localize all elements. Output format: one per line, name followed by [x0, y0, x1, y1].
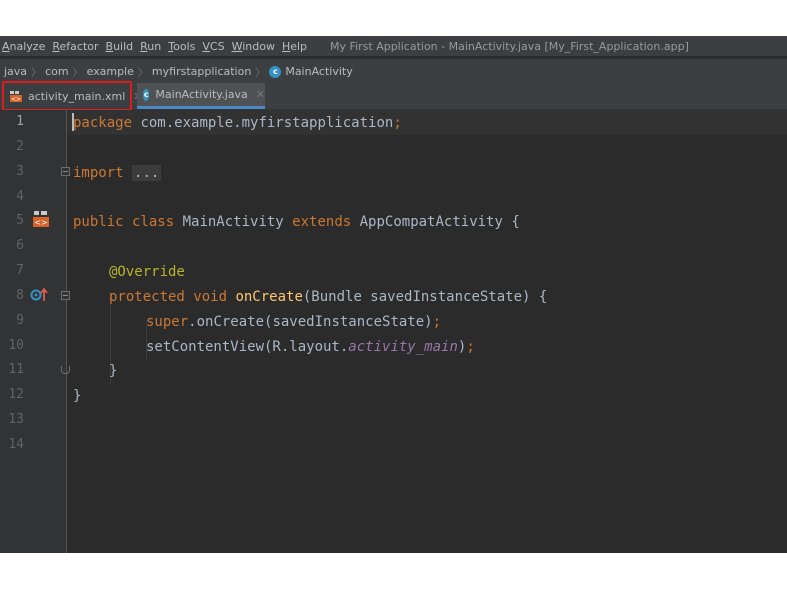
code-line-1: package com.example.myfirstapplication; — [73, 114, 402, 132]
close-icon[interactable]: ✕ — [256, 88, 265, 101]
line-number: 12 — [8, 387, 24, 402]
breadcrumb-mainactivity[interactable]: c MainActivity — [265, 65, 356, 78]
menu-window[interactable]: Window — [230, 40, 280, 53]
line-number: 2 — [16, 139, 24, 154]
menu-mnemonic: A — [2, 39, 10, 53]
layout-field: activity_main — [348, 339, 458, 355]
chevron-right-icon: 〉 — [31, 67, 42, 79]
menu-mnemonic: R — [52, 39, 60, 53]
code-line-10: protected void onCreate(Bundle savedInst… — [109, 288, 547, 306]
menu-tools[interactable]: Tools — [166, 40, 200, 53]
line-number: 6 — [16, 238, 24, 253]
keyword: super — [146, 314, 189, 330]
fold-toggle-icon[interactable] — [61, 291, 70, 300]
closing-brace: } — [73, 388, 82, 404]
layout-file-icon[interactable]: <> — [32, 210, 50, 228]
line-number: 1 — [16, 114, 24, 129]
package-name: com.example.myfirstapplication — [132, 115, 394, 131]
method-call: setContentView(R.layout. — [146, 339, 349, 355]
line-number: 11 — [8, 362, 24, 377]
line-number: 3 — [16, 164, 24, 179]
code-line-9: @Override — [109, 263, 185, 281]
menu-mnemonic: W — [231, 39, 243, 53]
override-method-icon[interactable] — [30, 287, 48, 303]
menu-analyze[interactable]: Analyze — [0, 40, 50, 53]
keyword: import — [73, 165, 124, 181]
semicolon: ; — [466, 339, 475, 355]
menu-mnemonic: T — [168, 39, 174, 53]
code-line-14: } — [73, 387, 81, 405]
window-title: My First Application - MainActivity.java… — [330, 39, 689, 53]
method-name: onCreate — [227, 289, 303, 305]
keyword: protected void — [109, 289, 228, 305]
menu-vcs[interactable]: VCS — [200, 40, 229, 53]
line-number: 13 — [8, 412, 24, 427]
fold-end-icon[interactable] — [61, 366, 70, 374]
breadcrumb-myfirstapplication[interactable]: myfirstapplication — [148, 65, 255, 78]
fold-toggle-icon[interactable] — [61, 167, 70, 176]
code-line-7: public class MainActivity extends AppCom… — [73, 213, 520, 231]
code-line-12: setContentView(R.layout.activity_main); — [146, 338, 475, 356]
line-number: 7 — [16, 263, 24, 278]
menu-build[interactable]: Build — [104, 40, 139, 53]
code-line-11: super.onCreate(savedInstanceState); — [146, 313, 441, 331]
menu-bar: Analyze Refactor Build Run Tools VCS Win… — [0, 36, 787, 56]
tab-mainactivity-java[interactable]: c MainActivity.java ✕ — [137, 83, 265, 109]
svg-text:<>: <> — [34, 218, 47, 227]
line-number: 8 — [16, 288, 24, 303]
keyword: public class — [73, 214, 175, 230]
menu-mnemonic: V — [202, 39, 210, 53]
ide-window: Analyze Refactor Build Run Tools VCS Win… — [0, 36, 787, 553]
keyword: extends — [292, 214, 352, 230]
line-number: 10 — [8, 338, 24, 353]
menu-mnemonic: R — [140, 39, 148, 53]
method-params: (Bundle savedInstanceState) { — [302, 289, 548, 305]
closing-brace: } — [109, 363, 118, 379]
menu-mnemonic: B — [105, 39, 114, 53]
keyword: package — [73, 115, 133, 131]
annotation: @Override — [109, 264, 185, 280]
menu-mnemonic: H — [281, 39, 291, 53]
chevron-right-icon: 〉 — [72, 67, 83, 79]
line-number: 9 — [16, 313, 24, 328]
menu-refactor[interactable]: Refactor — [50, 40, 103, 53]
method-call: .onCreate(savedInstanceState) — [188, 314, 433, 330]
highlight-annotation-box — [2, 81, 132, 111]
breadcrumb-mainactivity-label: MainActivity — [285, 64, 353, 78]
class-name: MainActivity — [174, 214, 293, 230]
chevron-right-icon: 〉 — [255, 67, 266, 79]
chevron-right-icon: 〉 — [137, 67, 148, 79]
line-number: 14 — [8, 437, 24, 452]
line-number: 5 — [16, 213, 24, 228]
menu-run[interactable]: Run — [138, 40, 166, 53]
line-number: 4 — [16, 189, 24, 204]
breadcrumb-java[interactable]: java — [0, 65, 31, 78]
code-editor[interactable] — [67, 110, 787, 553]
breadcrumb-com[interactable]: com — [41, 65, 73, 78]
java-class-icon: c — [143, 88, 150, 101]
superclass: AppCompatActivity { — [351, 214, 520, 230]
code-line-3: import ... — [73, 164, 162, 182]
tab-mainactivity-java-label: MainActivity.java — [155, 88, 248, 101]
semicolon: ; — [432, 314, 442, 330]
folded-imports[interactable]: ... — [132, 165, 162, 181]
menu-help[interactable]: Help — [280, 40, 312, 53]
java-class-icon: c — [269, 65, 282, 78]
breadcrumb-example[interactable]: example — [83, 65, 138, 78]
code-line-13: } — [109, 362, 117, 380]
semicolon: ; — [393, 115, 402, 131]
